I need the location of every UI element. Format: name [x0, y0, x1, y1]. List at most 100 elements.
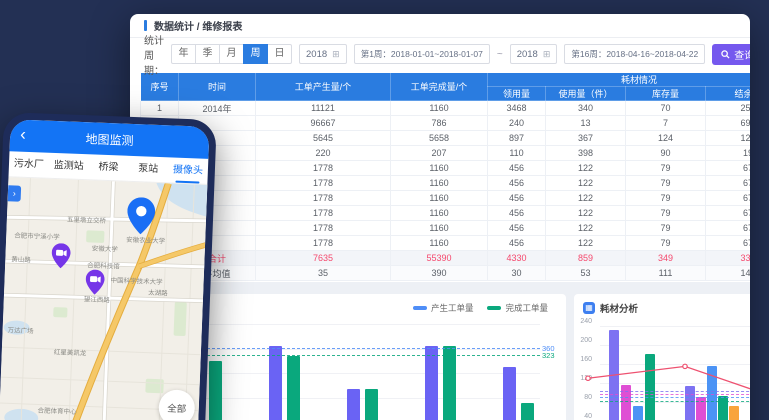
table-row: 8177811604561227967	[141, 206, 751, 221]
map-poi-label: 安徽大学	[92, 242, 118, 253]
map-poi-label: 万达广场	[7, 324, 33, 335]
table-row: 296667786240137690	[141, 116, 751, 131]
gridline	[152, 324, 540, 325]
table-cell: 67	[706, 236, 751, 251]
legend-swatch	[487, 306, 501, 310]
table-cell: 456	[488, 236, 546, 251]
table-cell: 96667	[256, 116, 391, 131]
table-cell: 122	[546, 191, 626, 206]
bar-产生工单量-g3	[347, 389, 360, 420]
query-button[interactable]: 查询	[712, 44, 750, 65]
table-cell: 67	[706, 176, 751, 191]
table-row: 12014年111211160346834070250	[141, 101, 751, 116]
table-cell: 90	[626, 146, 706, 161]
table-body: 12014年1112111603468340702502966677862401…	[141, 101, 751, 281]
period-option-日[interactable]: 日	[267, 44, 292, 64]
table-cell: 122	[546, 161, 626, 176]
table-cell: 456	[488, 206, 546, 221]
filter-bar: 统计周期： 年季月周日 2018 ⊞ 第1周：2018-01-01~2018-0…	[130, 38, 750, 70]
phone-screen: ‹ 地图监测 污水厂监测站桥梁泵站摄像头	[0, 119, 210, 420]
table-cell: 349	[626, 251, 706, 266]
end-year-value: 2018	[517, 49, 538, 60]
table-cell: 3468	[488, 101, 546, 116]
table-cell: 67	[706, 191, 751, 206]
col-header-created: 工单产生量/个	[256, 73, 391, 101]
period-option-季[interactable]: 季	[195, 44, 220, 64]
phone-tab-泵站[interactable]: 泵站	[128, 156, 169, 183]
table-cell: 367	[546, 131, 626, 146]
table-row: 6177811604561227967	[141, 176, 751, 191]
table-cell: 5658	[391, 131, 488, 146]
table-cell: 220	[256, 146, 391, 161]
period-option-周[interactable]: 周	[243, 44, 268, 64]
table-cell: 122	[546, 236, 626, 251]
chart-legend[interactable]: 产生工单量 完成工单量	[413, 302, 548, 314]
period-option-月[interactable]: 月	[219, 44, 244, 64]
table-cell: 79	[626, 161, 706, 176]
map-view[interactable]: › 全部 五里墩立交桥合肥市宁溪小学安徽农业大学黄山路安徽大学合肥科技馆中国科学…	[0, 177, 207, 420]
start-week-value: 第1周：2018-01-01~2018-01-07	[361, 48, 483, 60]
breadcrumb: 数据统计 / 维修报表	[154, 18, 242, 33]
range-separator: ~	[497, 49, 503, 60]
reference-line	[152, 355, 540, 356]
camera-marker[interactable]	[51, 243, 71, 274]
back-icon[interactable]: ‹	[20, 124, 27, 146]
table-cell: 1778	[256, 191, 391, 206]
phone-tab-污水厂[interactable]: 污水厂	[9, 151, 50, 178]
end-week-value: 第16周：2018-04-16~2018-04-22	[571, 48, 698, 60]
table-cell: 390	[391, 266, 488, 281]
table-cell: 35	[256, 266, 391, 281]
sub-col-header: 领用量	[488, 87, 546, 101]
col-header-time: 时间	[179, 73, 256, 101]
start-week-input[interactable]: 第1周：2018-01-01~2018-01-07	[354, 44, 490, 64]
charts-section: 产生工单量完成工单量 360323 ▦ 耗材分析 240200160120804…	[130, 282, 750, 420]
table-cell: 456	[488, 176, 546, 191]
phone-tab-监测站[interactable]: 监测站	[48, 153, 89, 180]
table-cell: 7	[626, 116, 706, 131]
period-option-年[interactable]: 年	[171, 44, 196, 64]
map-expand-button[interactable]: ›	[8, 185, 22, 201]
table-cell: 1160	[391, 191, 488, 206]
table-row: 42202071103989019	[141, 146, 751, 161]
period-segmented-control[interactable]: 年季月周日	[171, 44, 292, 64]
table-cell: 1778	[256, 236, 391, 251]
table-cell: 398	[546, 146, 626, 161]
legend-item[interactable]: 完成工单量	[487, 302, 548, 314]
reference-label: 323	[542, 351, 555, 360]
map-poi-label: 合肥体育中心	[37, 405, 76, 416]
bar-完成工单量-g2	[287, 356, 300, 420]
phone-tab-摄像头[interactable]: 摄像头	[168, 157, 209, 184]
table-cell: 79	[626, 206, 706, 221]
table-cell: 19	[706, 146, 751, 161]
table-cell: 79	[626, 236, 706, 251]
table-cell: 53	[546, 266, 626, 281]
table-cell: 70	[626, 101, 706, 116]
selected-pin-marker[interactable]	[126, 197, 156, 240]
table-cell: 859	[546, 251, 626, 266]
map-poi-label: 黄山路	[11, 253, 31, 264]
table-cell: 1160	[391, 221, 488, 236]
bar-完成工单量-g4	[443, 346, 456, 420]
table-cell: 897	[488, 131, 546, 146]
end-year-select[interactable]: 2018 ⊞	[510, 44, 558, 64]
phone-tab-桥梁[interactable]: 桥梁	[88, 154, 129, 181]
table-cell: 67	[706, 161, 751, 176]
table-cell: 250	[706, 101, 751, 116]
start-year-select[interactable]: 2018 ⊞	[299, 44, 347, 64]
table-cell: 1160	[391, 236, 488, 251]
calendar-icon: ⊞	[543, 49, 551, 60]
table-row: 7177811604561227967	[141, 191, 751, 206]
table-cell: 129	[706, 131, 751, 146]
legend-item[interactable]: 产生工单量	[413, 302, 474, 314]
dashboard-page: 数据统计 / 维修报表 统计周期： 年季月周日 2018 ⊞ 第1周：2018-…	[130, 14, 750, 420]
col-header-consumables: 耗材情况	[488, 73, 751, 87]
bar-产生工单量-g2	[269, 346, 282, 420]
camera-marker[interactable]	[85, 269, 105, 300]
table-cell: 786	[391, 116, 488, 131]
table-cell: 1160	[391, 206, 488, 221]
table-cell: 456	[488, 191, 546, 206]
table-cell: 1160	[391, 161, 488, 176]
end-week-input[interactable]: 第16周：2018-04-16~2018-04-22	[564, 44, 705, 64]
table-cell: 240	[488, 116, 546, 131]
table-row: 9177811604561227967	[141, 221, 751, 236]
